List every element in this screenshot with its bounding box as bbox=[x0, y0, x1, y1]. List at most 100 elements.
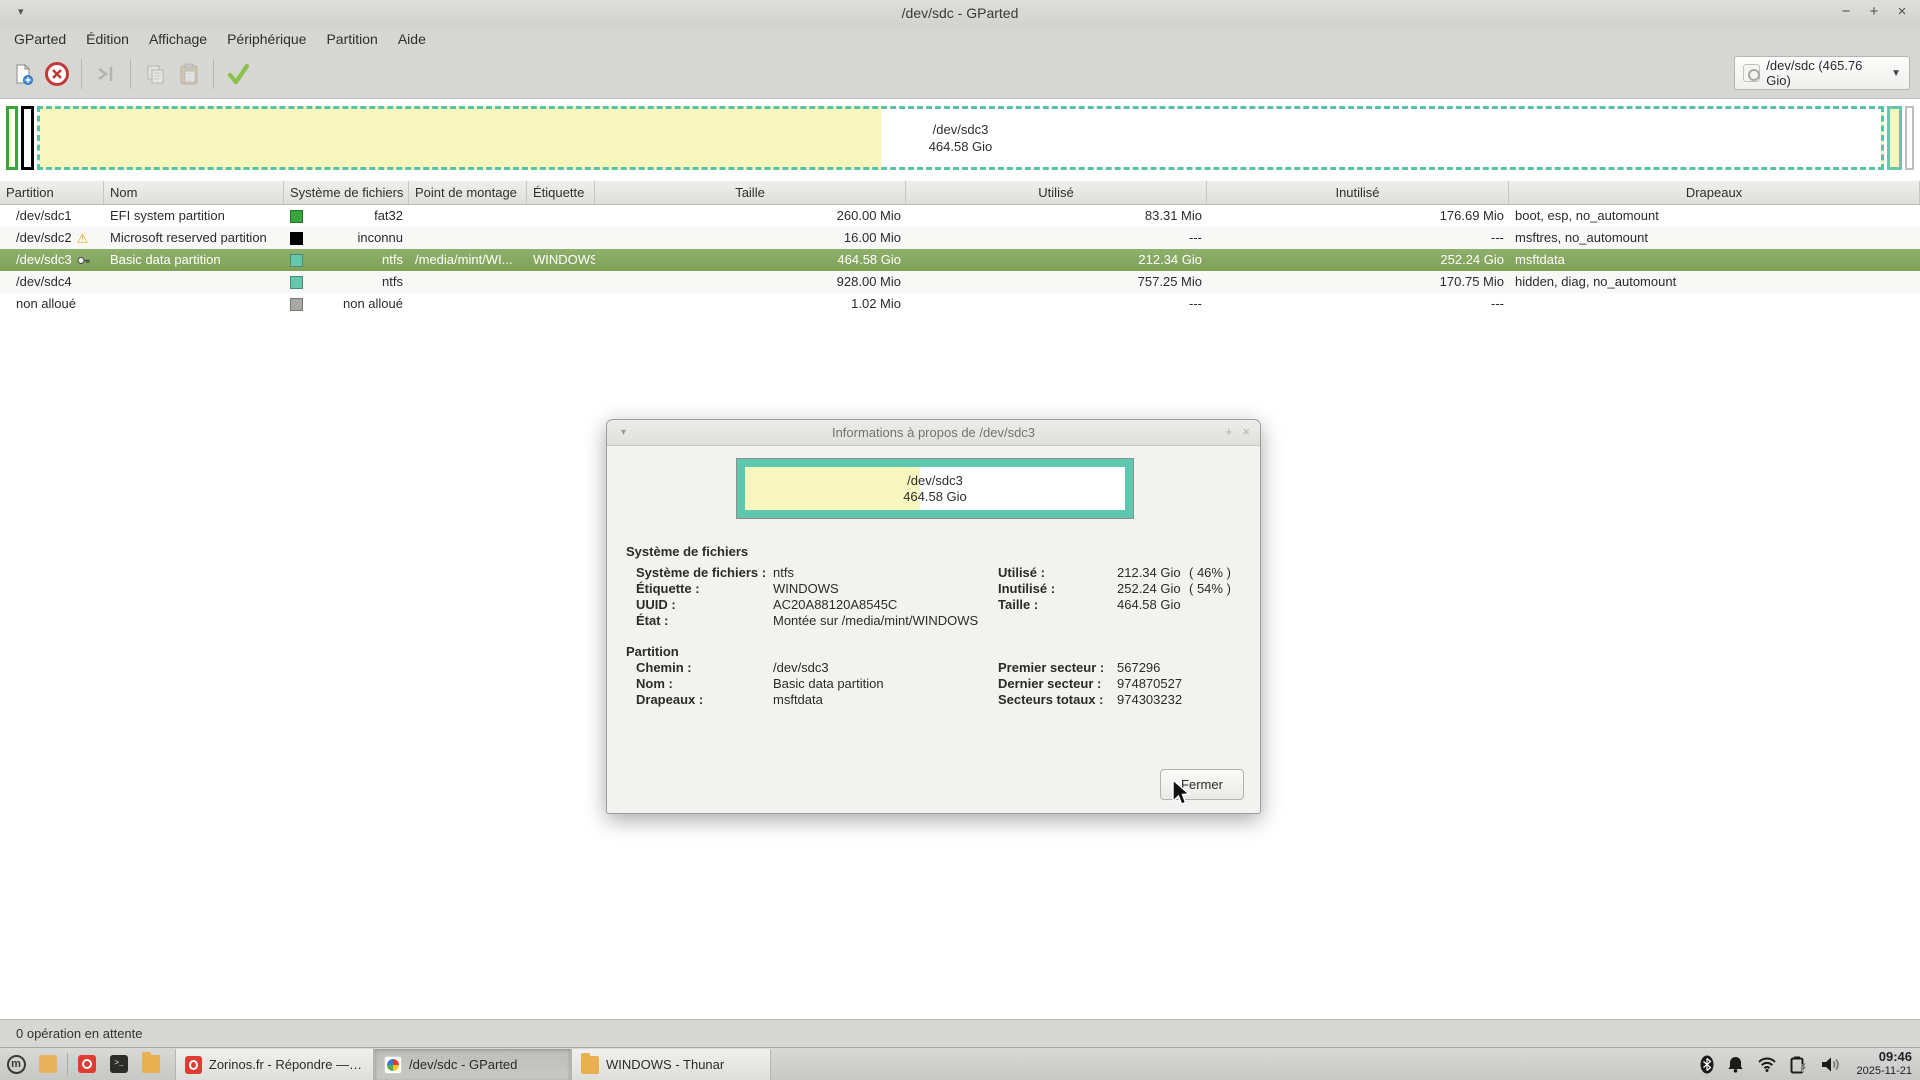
header-inutilise: Inutilisé bbox=[1207, 181, 1509, 205]
fs-color-swatch bbox=[290, 232, 303, 245]
warning-icon: ⚠ bbox=[77, 232, 89, 245]
fs-color-swatch bbox=[290, 210, 303, 223]
toolbar: /dev/sdc (465.76 Gio) ▼ bbox=[0, 50, 1920, 98]
fs-color-swatch bbox=[290, 254, 303, 267]
partition-table: Partition Nom Système de fichiers Point … bbox=[0, 181, 1920, 315]
header-nom: Nom bbox=[104, 181, 284, 205]
close-button[interactable]: × bbox=[1892, 2, 1912, 22]
menu-affichage[interactable]: Affichage bbox=[139, 29, 217, 49]
menu-aide[interactable]: Aide bbox=[388, 29, 436, 49]
taskbar-separator bbox=[67, 1053, 68, 1075]
header-partition: Partition bbox=[0, 181, 104, 205]
dialog-title: Informations à propos de /dev/sdc3 bbox=[607, 425, 1260, 440]
diskbar-sdc1[interactable] bbox=[6, 106, 18, 170]
files-launcher[interactable] bbox=[32, 1048, 64, 1080]
new-partition-icon bbox=[11, 62, 35, 86]
paste-icon bbox=[177, 62, 201, 86]
mouse-cursor bbox=[1170, 779, 1194, 807]
clock[interactable]: 09:46 2025-11-21 bbox=[1855, 1050, 1912, 1078]
header-point-montage: Point de montage bbox=[409, 181, 527, 205]
task-browser-window[interactable]: Zorinos.fr - Répondre — M... bbox=[175, 1049, 374, 1080]
delete-partition-button[interactable] bbox=[40, 57, 74, 91]
taskbar: m >_ Zorinos.fr - Répondre — M... /dev/s… bbox=[0, 1047, 1920, 1080]
status-bar: 0 opération en attente bbox=[0, 1019, 1920, 1047]
filesystem-section-title: Système de fichiers bbox=[626, 544, 748, 559]
bluetooth-icon[interactable] bbox=[1700, 1055, 1714, 1074]
apply-operations-button[interactable] bbox=[221, 57, 255, 91]
battery-charging-icon[interactable] bbox=[1790, 1055, 1807, 1074]
mint-menu-button[interactable]: m bbox=[0, 1048, 32, 1080]
fs-color-swatch bbox=[290, 298, 303, 311]
menu-peripherique[interactable]: Périphérique bbox=[217, 29, 316, 49]
device-selector-value: /dev/sdc (465.76 Gio) bbox=[1766, 58, 1885, 88]
diskbar-unallocated[interactable] bbox=[1905, 106, 1914, 170]
new-partition-button[interactable] bbox=[6, 57, 40, 91]
menubar: GParted Édition Affichage Périphérique P… bbox=[0, 27, 1920, 50]
file-manager-launcher[interactable] bbox=[135, 1048, 167, 1080]
header-drapeaux: Drapeaux bbox=[1509, 181, 1920, 205]
menu-partition[interactable]: Partition bbox=[316, 29, 387, 49]
copy-button[interactable] bbox=[138, 57, 172, 91]
delete-icon bbox=[44, 61, 70, 87]
browser-launcher[interactable] bbox=[71, 1048, 103, 1080]
partition-left-column: Chemin :/dev/sdc3 Nom :Basic data partit… bbox=[636, 660, 884, 708]
pending-operations-text: 0 opération en attente bbox=[16, 1026, 143, 1041]
toolbar-separator bbox=[81, 59, 82, 89]
header-systeme-fichiers: Système de fichiers bbox=[284, 181, 409, 205]
toolbar-separator bbox=[130, 59, 131, 89]
table-row-sdc3-selected[interactable]: /dev/sdc3 Basic data partition ntfs /med… bbox=[0, 249, 1920, 271]
titlebar: ▾ /dev/sdc - GParted − + × bbox=[0, 0, 1920, 27]
disk-icon bbox=[1743, 64, 1760, 82]
files-icon bbox=[39, 1055, 57, 1073]
partition-info-dialog: ▾ Informations à propos de /dev/sdc3 + ×… bbox=[606, 419, 1261, 814]
clock-time: 09:46 bbox=[1857, 1050, 1912, 1065]
diskbar-sdc4[interactable] bbox=[1887, 106, 1902, 170]
volume-icon[interactable] bbox=[1820, 1056, 1842, 1073]
terminal-icon: >_ bbox=[110, 1055, 128, 1073]
copy-icon bbox=[143, 62, 167, 86]
filesystem-left-column: Système de fichiers :ntfs Étiquette :WIN… bbox=[636, 565, 978, 629]
header-etiquette: Étiquette bbox=[527, 181, 595, 205]
menu-edition[interactable]: Édition bbox=[76, 29, 139, 49]
minimize-button[interactable]: − bbox=[1836, 2, 1856, 22]
wifi-icon[interactable] bbox=[1757, 1056, 1777, 1072]
folder-icon bbox=[581, 1056, 599, 1074]
chevron-down-icon: ▼ bbox=[1891, 68, 1901, 79]
resize-move-button[interactable] bbox=[89, 57, 123, 91]
system-tray: 09:46 2025-11-21 bbox=[1700, 1048, 1920, 1080]
paste-button[interactable] bbox=[172, 57, 206, 91]
dialog-titlebar: ▾ Informations à propos de /dev/sdc3 + × bbox=[607, 420, 1260, 446]
dialog-close-icon[interactable]: × bbox=[1242, 424, 1250, 439]
fs-color-swatch bbox=[290, 276, 303, 289]
notifications-bell-icon[interactable] bbox=[1727, 1055, 1744, 1073]
resize-move-icon bbox=[94, 62, 118, 86]
menu-gparted[interactable]: GParted bbox=[4, 29, 76, 49]
device-selector[interactable]: /dev/sdc (465.76 Gio) ▼ bbox=[1734, 56, 1910, 90]
table-row-sdc2[interactable]: /dev/sdc2⚠ Microsoft reserved partition … bbox=[0, 227, 1920, 249]
browser-icon bbox=[185, 1056, 202, 1074]
dialog-maximize-button[interactable]: + bbox=[1225, 424, 1233, 439]
apply-check-icon bbox=[225, 61, 251, 87]
dialog-partition-graphic: /dev/sdc3 464.58 Gio bbox=[736, 458, 1134, 519]
header-taille: Taille bbox=[595, 181, 906, 205]
toolbar-separator bbox=[213, 59, 214, 89]
terminal-launcher[interactable]: >_ bbox=[103, 1048, 135, 1080]
mint-logo-icon: m bbox=[7, 1055, 26, 1074]
table-row-sdc4[interactable]: /dev/sdc4 ntfs 928.00 Mio 757.25 Mio 170… bbox=[0, 271, 1920, 293]
browser-icon bbox=[78, 1055, 96, 1073]
disk-visual-bar: /dev/sdc3 464.58 Gio bbox=[6, 106, 1914, 170]
table-row-sdc1[interactable]: /dev/sdc1 EFI system partition fat32 260… bbox=[0, 205, 1920, 227]
maximize-button[interactable]: + bbox=[1864, 2, 1884, 22]
mounted-lock-icon bbox=[77, 254, 90, 267]
filesystem-right-column: Utilisé :212.34 Gio( 46% ) Inutilisé :25… bbox=[998, 565, 1231, 613]
partition-right-column: Premier secteur :567296 Dernier secteur … bbox=[998, 660, 1182, 708]
clock-date: 2025-11-21 bbox=[1857, 1065, 1912, 1078]
task-thunar-window[interactable]: WINDOWS - Thunar bbox=[571, 1049, 771, 1080]
partition-section-title: Partition bbox=[626, 644, 679, 659]
table-row-unallocated[interactable]: non alloué non alloué 1.02 Mio --- --- bbox=[0, 293, 1920, 315]
folder-icon bbox=[142, 1055, 160, 1073]
task-gparted-window[interactable]: /dev/sdc - GParted bbox=[374, 1049, 571, 1080]
diskbar-sdc3-selected[interactable]: /dev/sdc3 464.58 Gio bbox=[37, 106, 1884, 170]
diskbar-sdc2[interactable] bbox=[21, 106, 34, 170]
header-utilise: Utilisé bbox=[906, 181, 1207, 205]
